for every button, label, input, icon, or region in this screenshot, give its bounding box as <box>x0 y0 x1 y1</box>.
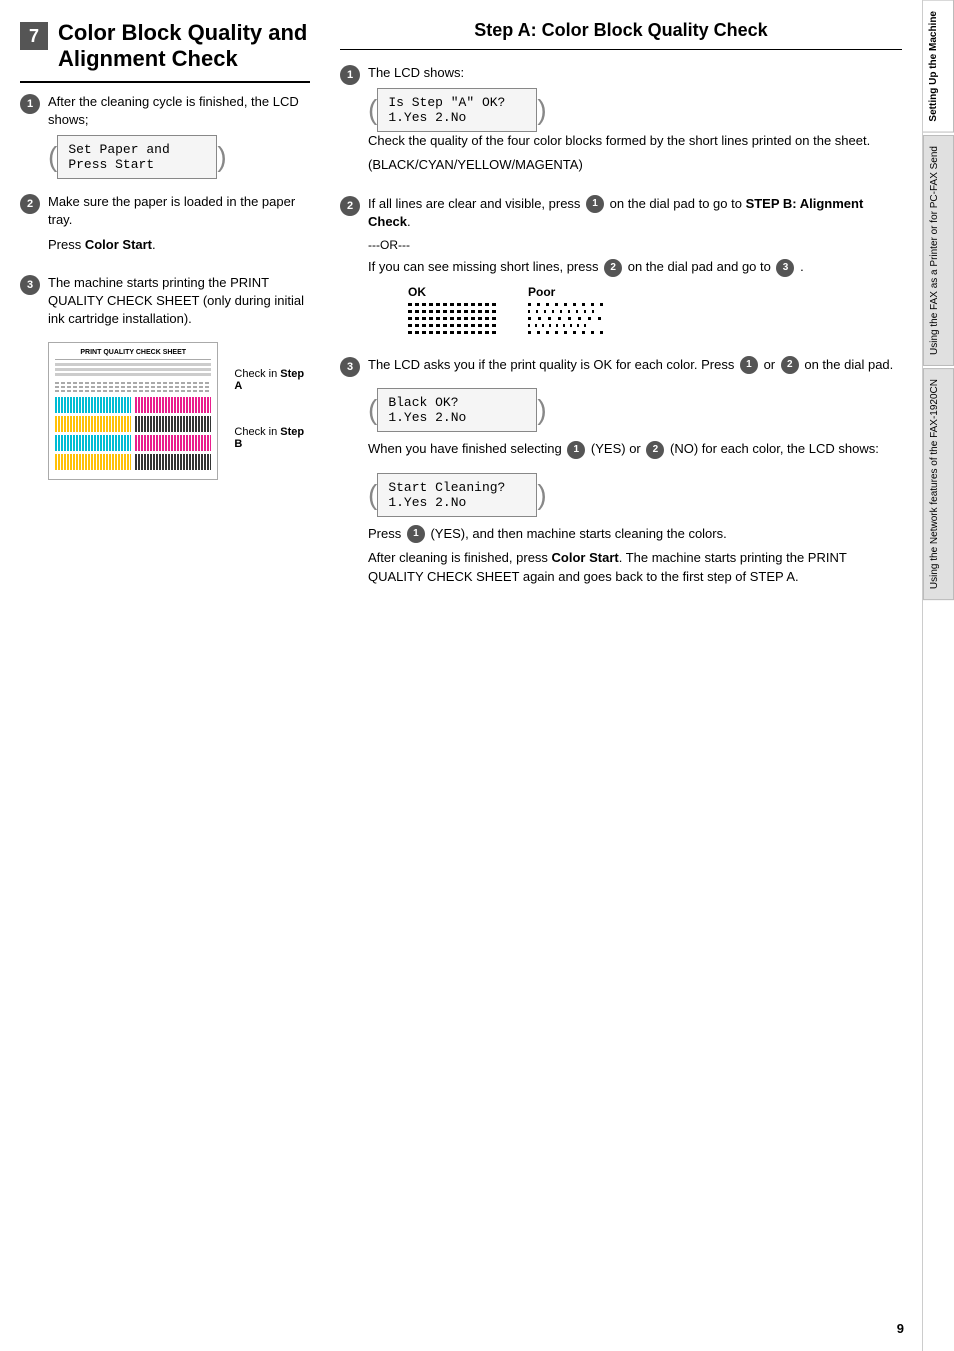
left-step-2: 2 Make sure the paper is loaded in the p… <box>20 193 310 260</box>
tab-network[interactable]: Using the Network features of the FAX-19… <box>923 368 954 600</box>
pqcs-illustration: PRINT QUALITY CHECK SHEET <box>48 342 218 480</box>
circle-step3-1: 1 <box>740 356 758 374</box>
right-tabs: Setting Up the Machine Using the FAX as … <box>922 0 954 1351</box>
lcd-curve-left: ( <box>48 143 57 171</box>
lcd-left-3: ( <box>368 481 377 509</box>
section-title: Color Block Quality and Alignment Check <box>58 20 307 73</box>
left-step-3: 3 The machine starts printing the PRINT … <box>20 274 310 489</box>
ok-quality: OK <box>408 285 498 334</box>
lcd-inner-right-2: Black OK? 1.Yes 2.No <box>377 388 537 432</box>
lcd-inner-right-3: Start Cleaning? 1.Yes 2.No <box>377 473 537 517</box>
step-b-blocks <box>55 397 211 470</box>
lcd-left-curve: ( <box>368 96 377 124</box>
right-step-1: 1 The LCD shows: ( Is Step "A" OK? 1.Yes… <box>340 64 902 181</box>
step-1-content: After the cleaning cycle is finished, th… <box>48 93 310 179</box>
right-step-2-circle: 2 <box>340 196 360 216</box>
right-step-1-circle: 1 <box>340 65 360 85</box>
lcd-left-2: ( <box>368 396 377 424</box>
right-step-1-content: The LCD shows: ( Is Step "A" OK? 1.Yes 2… <box>368 64 902 181</box>
tab-fax-printer[interactable]: Using the FAX as a Printer or for PC-FAX… <box>923 135 954 366</box>
circle-2-inline: 2 <box>604 259 622 277</box>
lcd-display-right-3: ( Start Cleaning? 1.Yes 2.No ) <box>368 473 547 517</box>
pqcs-title: PRINT QUALITY CHECK SHEET <box>55 349 211 360</box>
step-a-heading: Step A: Color Block Quality Check <box>340 20 902 50</box>
step3-desc2: Press 1 (YES), and then machine starts c… <box>368 525 902 544</box>
section-header: 7 Color Block Quality and Alignment Chec… <box>20 20 310 83</box>
circle-1-inline: 1 <box>586 195 604 213</box>
lcd-inner-1: Set Paper and Press Start <box>57 135 217 179</box>
check-step-a: Check in Step A <box>234 368 310 392</box>
poor-lines <box>528 303 608 334</box>
step-2-content: Make sure the paper is loaded in the pap… <box>48 193 310 260</box>
lcd-display-right-1: ( Is Step "A" OK? 1.Yes 2.No ) <box>368 88 547 132</box>
circle-press: 1 <box>407 525 425 543</box>
lcd-curve-right: ) <box>217 143 226 171</box>
check-step-b-row: Check in Step B <box>226 426 310 450</box>
section-badge: 7 <box>20 22 48 50</box>
step-a-lines <box>55 382 211 392</box>
step-3-content: The machine starts printing the PRINT QU… <box>48 274 310 489</box>
lcd-display-1: ( Set Paper and Press Start ) <box>48 135 227 179</box>
step-1-circle: 1 <box>20 94 40 114</box>
tab-setting-up[interactable]: Setting Up the Machine <box>923 0 954 133</box>
right-step-2: 2 If all lines are clear and visible, pr… <box>340 195 902 342</box>
step2-line2: If you can see missing short lines, pres… <box>368 258 902 277</box>
ok-lines <box>408 303 498 334</box>
step3-desc3: After cleaning is finished, press Color … <box>368 549 902 585</box>
right-step-3: 3 The LCD asks you if the print quality … <box>340 356 902 592</box>
circle-3-inline: 3 <box>776 259 794 277</box>
step3-desc1: When you have finished selecting 1 (YES)… <box>368 440 902 459</box>
left-step-1: 1 After the cleaning cycle is finished, … <box>20 93 310 179</box>
circle-step3-2: 2 <box>781 356 799 374</box>
right-step-3-circle: 3 <box>340 357 360 377</box>
pqcs-text <box>55 363 211 376</box>
quality-compare: OK Poor <box>408 285 902 334</box>
step-2-circle: 2 <box>20 194 40 214</box>
right-step-3-content: The LCD asks you if the print quality is… <box>368 356 902 592</box>
poor-quality: Poor <box>528 285 608 334</box>
right-step-2-content: If all lines are clear and visible, pres… <box>368 195 902 342</box>
step2-line1: If all lines are clear and visible, pres… <box>368 195 902 232</box>
lcd-right-curve: ) <box>537 96 546 124</box>
lcd-inner-right-1: Is Step "A" OK? 1.Yes 2.No <box>377 88 537 132</box>
lcd-right-3: ) <box>537 481 546 509</box>
check-step-b: Check in Step B <box>234 426 310 450</box>
page-number: 9 <box>897 1321 904 1336</box>
lcd-display-right-2: ( Black OK? 1.Yes 2.No ) <box>368 388 547 432</box>
step-3-circle: 3 <box>20 275 40 295</box>
circle-yes: 1 <box>567 441 585 459</box>
right-column: Step A: Color Block Quality Check 1 The … <box>340 20 902 1331</box>
lcd-right-2: ) <box>537 396 546 424</box>
check-step-a-row: Check in Step A <box>226 368 310 392</box>
step3-line1: The LCD asks you if the print quality is… <box>368 356 902 375</box>
circle-no: 2 <box>646 441 664 459</box>
press-color-start: Press Color Start. <box>48 236 310 254</box>
